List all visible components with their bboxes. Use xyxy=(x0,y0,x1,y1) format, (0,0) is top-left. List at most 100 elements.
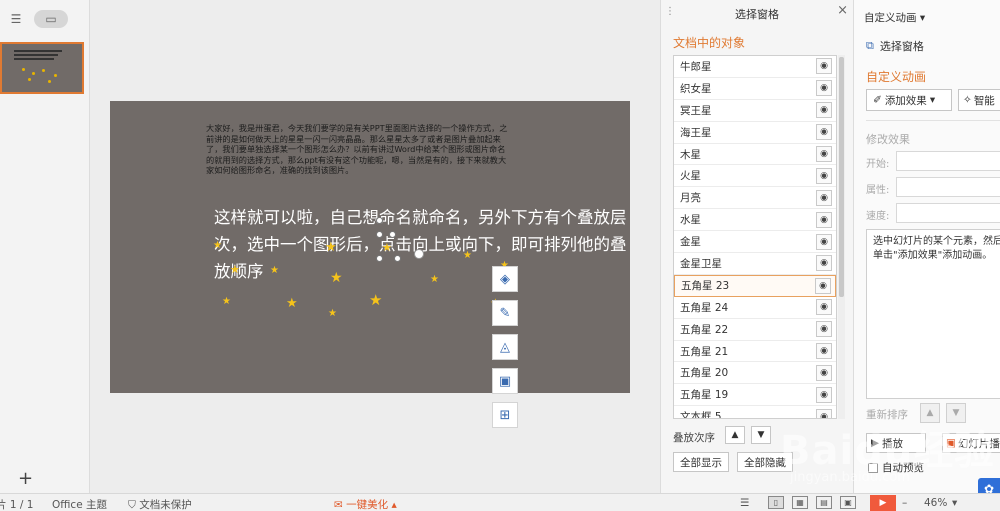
hide-all-button[interactable]: 全部隐藏 xyxy=(737,452,793,472)
send-backward-button[interactable]: ▼ xyxy=(751,426,771,444)
normal-view-icon[interactable]: ▯ xyxy=(768,496,784,509)
close-icon[interactable]: × xyxy=(837,3,848,18)
start-select[interactable] xyxy=(896,151,1000,171)
eye-icon[interactable]: ◉ xyxy=(816,167,832,184)
rotate-handle[interactable] xyxy=(414,249,424,259)
eye-icon[interactable]: ◉ xyxy=(816,321,832,338)
add-slide-button[interactable]: + xyxy=(18,468,33,489)
object-row[interactable]: 五角星 19 ◉ xyxy=(674,384,836,407)
object-row[interactable]: 冥王星 ◉ xyxy=(674,100,836,122)
object-row[interactable]: 五角星 22 ◉ xyxy=(674,319,836,341)
crop-icon[interactable]: ⊞ xyxy=(492,402,518,428)
eye-icon[interactable]: ◉ xyxy=(816,80,832,97)
eye-icon[interactable]: ◉ xyxy=(816,364,832,381)
eye-icon[interactable]: ◉ xyxy=(816,102,832,119)
property-select[interactable] xyxy=(896,177,1000,197)
star-shape[interactable]: ★ xyxy=(328,309,337,319)
object-row[interactable]: 金星 ◉ xyxy=(674,231,836,254)
paw-icon[interactable]: ✿ xyxy=(978,478,1000,493)
bring-forward-button[interactable]: ▲ xyxy=(725,426,745,444)
notes-toggle-icon[interactable]: ☰ xyxy=(740,497,749,509)
status-bar: 片 1 / 1 Office 主题 ⛉ 文档未保护 ✉ 一键美化 ▴ ☰ ▯ ▦… xyxy=(0,493,1000,511)
animation-pane-title[interactable]: 自定义动画 ▾ xyxy=(864,10,925,25)
checkbox-box[interactable] xyxy=(868,462,878,473)
eye-icon[interactable]: ◉ xyxy=(816,146,832,162)
object-row[interactable]: 牛郎星 ◉ xyxy=(674,56,836,78)
custom-animation-pane: 自定义动画 ▾ ⧉ 选择窗格 自定义动画 ✐ 添加效果 ▾ ✧ 智能 修改效果 … xyxy=(853,0,1000,493)
star-shape[interactable]: ★ xyxy=(382,242,392,253)
eye-icon[interactable]: ◉ xyxy=(816,233,832,250)
object-row[interactable]: 火星 ◉ xyxy=(674,165,836,188)
show-all-button[interactable]: 全部显示 xyxy=(673,452,729,472)
star-shape[interactable]: ★ xyxy=(463,251,472,261)
move-up-button[interactable]: ▲ xyxy=(920,403,940,423)
slideshow-play-icon[interactable]: ▶ xyxy=(870,495,896,511)
slide[interactable]: 大家好，我是卅蛋君，今天我们要学的是有关PPT里面图片选择的一个操作方式，之前讲… xyxy=(110,101,630,393)
protection-status[interactable]: ⛉ 文档未保护 xyxy=(128,497,192,511)
eye-icon[interactable]: ◉ xyxy=(816,211,832,228)
object-row[interactable]: 五角星 20 ◉ xyxy=(674,362,836,385)
selection-pane-toggle[interactable]: ⧉ 选择窗格 xyxy=(866,38,924,54)
object-row[interactable]: 月亮 ◉ xyxy=(674,187,836,210)
eye-icon[interactable]: ◉ xyxy=(816,343,832,360)
fill-bucket-icon[interactable]: ◬ xyxy=(492,334,518,360)
slideshow-icon: ▣ xyxy=(946,437,956,449)
object-list-scrollbar[interactable] xyxy=(838,55,845,419)
outline-view-icon[interactable]: ☰ xyxy=(6,11,26,27)
star-shape[interactable]: ★ xyxy=(330,271,343,285)
object-row[interactable]: 五角星 24 ◉ xyxy=(674,297,836,319)
eye-icon[interactable]: ◉ xyxy=(816,189,832,206)
star-shape[interactable]: ★ xyxy=(325,241,337,254)
slideshow-button[interactable]: ▣ 幻灯片播放 xyxy=(942,433,1000,453)
eye-icon[interactable]: ◉ xyxy=(816,255,832,272)
selection-handle[interactable] xyxy=(376,255,383,262)
slide-view-icon[interactable]: ▭ xyxy=(34,10,68,28)
thumbnail-view-tabs: ☰ ▭ xyxy=(6,10,68,28)
speed-select[interactable] xyxy=(896,203,1000,223)
smart-animation-button[interactable]: ✧ 智能 xyxy=(958,89,1000,111)
object-row[interactable]: 海王星 ◉ xyxy=(674,122,836,144)
star-shape[interactable]: ★ xyxy=(270,266,279,276)
chevron-down-icon[interactable]: ▾ xyxy=(952,497,957,509)
scrollbar-thumb[interactable] xyxy=(839,57,844,297)
selection-handle[interactable] xyxy=(389,231,396,238)
object-row[interactable]: 金星卫星 ◉ xyxy=(674,253,836,275)
reading-view-icon[interactable]: ▤ xyxy=(816,496,832,509)
sorter-view-icon[interactable]: ▦ xyxy=(792,496,808,509)
eye-icon[interactable]: ◉ xyxy=(815,277,831,294)
star-shape[interactable]: ★ xyxy=(230,264,240,275)
zoom-level[interactable]: 46% xyxy=(924,497,947,509)
object-row[interactable]: 织女星 ◉ xyxy=(674,78,836,100)
move-down-button[interactable]: ▼ xyxy=(946,403,966,423)
eye-icon[interactable]: ◉ xyxy=(816,408,832,418)
object-row[interactable]: 五角星 23 ◉ xyxy=(674,274,836,297)
layer-icon[interactable]: ◈ xyxy=(492,266,518,292)
eye-icon[interactable]: ◉ xyxy=(816,386,832,403)
object-row[interactable]: 文本框 5 ◉ xyxy=(674,406,836,418)
object-row[interactable]: 五角星 21 ◉ xyxy=(674,341,836,363)
eye-icon[interactable]: ◉ xyxy=(816,124,832,141)
add-effect-button[interactable]: ✐ 添加效果 ▾ xyxy=(866,89,952,111)
eye-icon[interactable]: ◉ xyxy=(816,58,832,75)
outline-icon[interactable]: ▣ xyxy=(492,368,518,394)
presenter-view-icon[interactable]: ▣ xyxy=(840,496,856,509)
star-shape[interactable]: ★ xyxy=(286,297,298,310)
star-shape[interactable]: ★ xyxy=(213,241,222,251)
object-name: 金星 xyxy=(680,236,701,249)
object-row[interactable]: 水星 ◉ xyxy=(674,209,836,232)
beautify-button[interactable]: ✉ 一键美化 ▴ xyxy=(334,497,397,511)
zoom-out-icon[interactable]: – xyxy=(902,497,907,509)
play-button[interactable]: ▶ 播放 xyxy=(866,433,926,453)
pen-icon[interactable]: ✎ xyxy=(492,300,518,326)
eye-icon[interactable]: ◉ xyxy=(816,299,832,316)
selection-handle[interactable] xyxy=(376,217,383,224)
star-shape[interactable]: ★ xyxy=(369,293,382,308)
slide-intro-text[interactable]: 大家好，我是卅蛋君，今天我们要学的是有关PPT里面图片选择的一个操作方式，之前讲… xyxy=(206,123,512,176)
star-shape[interactable]: ★ xyxy=(430,275,439,285)
slide-thumbnail[interactable] xyxy=(0,42,84,94)
auto-preview-checkbox[interactable]: 自动预览 xyxy=(868,460,924,475)
selection-handle[interactable] xyxy=(376,231,383,238)
object-row[interactable]: 木星 ◉ xyxy=(674,144,836,166)
star-shape[interactable]: ★ xyxy=(222,297,231,307)
selection-handle[interactable] xyxy=(394,255,401,262)
